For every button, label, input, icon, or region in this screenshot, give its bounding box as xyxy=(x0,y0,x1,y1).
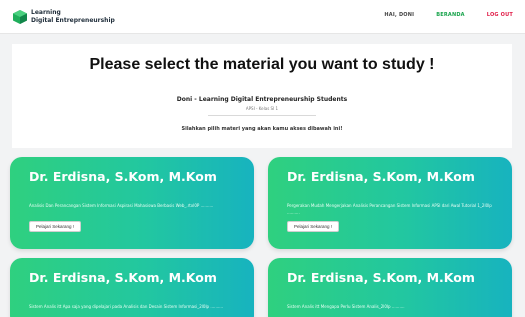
material-card[interactable]: Dr. Erdisna, S.Kom, M.Kom Sistem Analis … xyxy=(10,258,254,317)
study-now-button[interactable]: Pelajari Sekarang ! xyxy=(29,221,82,232)
lecturer-name: Dr. Erdisna, S.Kom, M.Kom xyxy=(287,169,475,184)
brand-name[interactable]: Learning Digital Entrepreneurship xyxy=(31,9,115,25)
nav-links: HAI, DONI BERANDA LOG OUT xyxy=(384,12,513,18)
material-card[interactable]: Dr. Erdisna, S.Kom, M.Kom Analisis Dan P… xyxy=(10,157,254,249)
instruction-text: Silahkan pilih materi yang akan kamu aks… xyxy=(181,126,343,132)
material-description: Pergerakan Mudah Mengerjakan Analisis Pe… xyxy=(287,203,492,215)
nav-home-link[interactable]: BERANDA xyxy=(436,12,465,18)
lecturer-name: Dr. Erdisna, S.Kom, M.Kom xyxy=(29,169,217,184)
class-info: APSI - Kelas SI 1 xyxy=(245,106,279,111)
material-description: Sistem Analis itt Mengapa Perlu Sistem A… xyxy=(287,304,405,309)
header-card: Please select the material you want to s… xyxy=(12,44,512,148)
study-now-button[interactable]: Pelajari Sekarang ! xyxy=(287,221,340,232)
lecturer-name: Dr. Erdisna, S.Kom, M.Kom xyxy=(287,270,475,285)
top-navbar: Learning Digital Entrepreneurship HAI, D… xyxy=(0,0,525,34)
student-name: Doni - Learning Digital Entrepreneurship… xyxy=(176,96,348,103)
learning-logo-icon[interactable] xyxy=(12,9,28,25)
brand-line-2: Digital Entrepreneurship xyxy=(31,17,115,24)
divider xyxy=(208,115,316,116)
material-description: Sistem Analis itt Apa saja yang dipelaja… xyxy=(29,304,224,309)
material-card[interactable]: Dr. Erdisna, S.Kom, M.Kom Sistem Analis … xyxy=(268,258,512,317)
material-card[interactable]: Dr. Erdisna, S.Kom, M.Kom Pergerakan Mud… xyxy=(268,157,512,249)
lecturer-name: Dr. Erdisna, S.Kom, M.Kom xyxy=(29,270,217,285)
nav-user-greeting[interactable]: HAI, DONI xyxy=(384,12,414,18)
brand-line-1: Learning xyxy=(31,9,61,16)
nav-logout-link[interactable]: LOG OUT xyxy=(487,12,513,18)
page-title: Please select the material you want to s… xyxy=(89,56,435,73)
material-description: Analisis Dan Perancangan Sistem Informas… xyxy=(29,203,214,208)
